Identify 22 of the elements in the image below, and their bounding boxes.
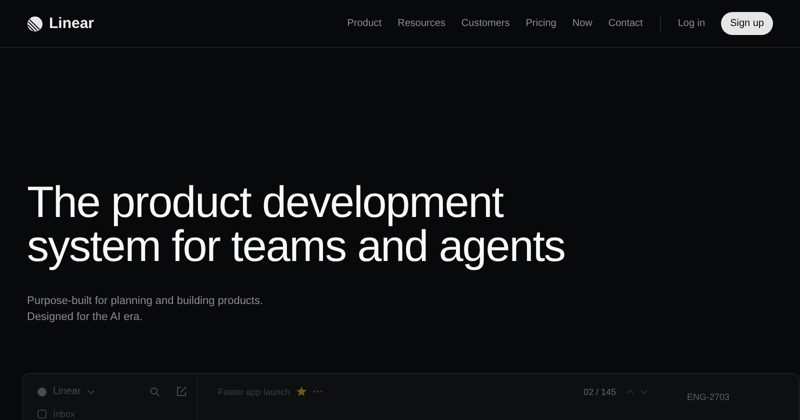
chevron-icon xyxy=(86,388,95,396)
hero-subtitle: Designed for the AI era. xyxy=(27,310,144,325)
more-icon[interactable] xyxy=(313,388,324,396)
signup-button[interactable]: Sign up xyxy=(721,12,773,35)
nav-link[interactable]: Resources xyxy=(398,18,446,29)
hero-subtitle: Purpose-built for planning and building products. xyxy=(27,294,264,309)
nav-link[interactable]: Product xyxy=(347,18,382,29)
issue-id: ENG-2703 xyxy=(687,392,730,402)
nav-link[interactable]: Pricing xyxy=(526,18,556,29)
nav-link[interactable]: Customers xyxy=(461,18,510,29)
login-link[interactable]: Log in xyxy=(678,18,706,29)
search-icon[interactable] xyxy=(150,386,160,396)
workspace-icon xyxy=(37,386,47,396)
nav-link[interactable]: Contact xyxy=(608,18,643,29)
star-icon[interactable] xyxy=(296,386,308,397)
brand-name[interactable]: Linear xyxy=(49,15,94,32)
compose-icon[interactable] xyxy=(176,386,187,397)
inbox-icon xyxy=(37,409,47,419)
hero-title: The product development system for teams and agents xyxy=(27,181,566,269)
logo-icon xyxy=(27,16,43,32)
issue-counter: 02 / 145 xyxy=(583,386,616,396)
nav-link[interactable]: Now xyxy=(572,18,592,29)
